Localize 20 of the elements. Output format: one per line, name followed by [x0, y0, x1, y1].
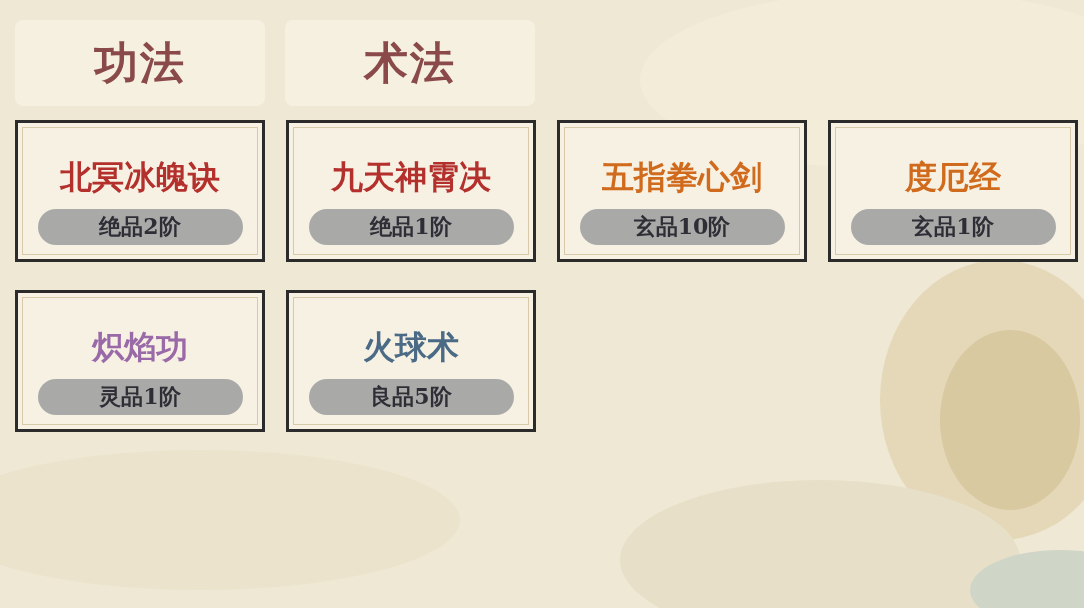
grade-label: 绝品2阶 — [37, 209, 243, 245]
grade-label: 良品5阶 — [308, 379, 514, 415]
technique-card[interactable]: 度厄经 玄品1阶 — [828, 120, 1078, 262]
technique-name: 九天神霄决 — [331, 157, 491, 197]
technique-card[interactable]: 五指拳心剑 玄品10阶 — [557, 120, 807, 262]
technique-name: 北冥冰魄诀 — [60, 157, 220, 197]
grade-label: 绝品1阶 — [308, 209, 514, 245]
grade-label: 玄品10阶 — [579, 209, 785, 245]
technique-card[interactable]: 北冥冰魄诀 绝品2阶 — [15, 120, 265, 262]
grade-label: 灵品1阶 — [37, 379, 243, 415]
technique-name: 度厄经 — [905, 157, 1001, 197]
technique-name: 火球术 — [363, 327, 459, 367]
technique-name: 五指拳心剑 — [602, 157, 762, 197]
technique-card[interactable]: 火球术 良品5阶 — [286, 290, 536, 432]
tab[interactable]: 术法 — [285, 20, 535, 106]
technique-name: 炽焰功 — [92, 327, 188, 367]
tab[interactable]: 功法 — [15, 20, 265, 106]
technique-card[interactable]: 炽焰功 灵品1阶 — [15, 290, 265, 432]
technique-card[interactable]: 九天神霄决 绝品1阶 — [286, 120, 536, 262]
grade-label: 玄品1阶 — [850, 209, 1056, 245]
